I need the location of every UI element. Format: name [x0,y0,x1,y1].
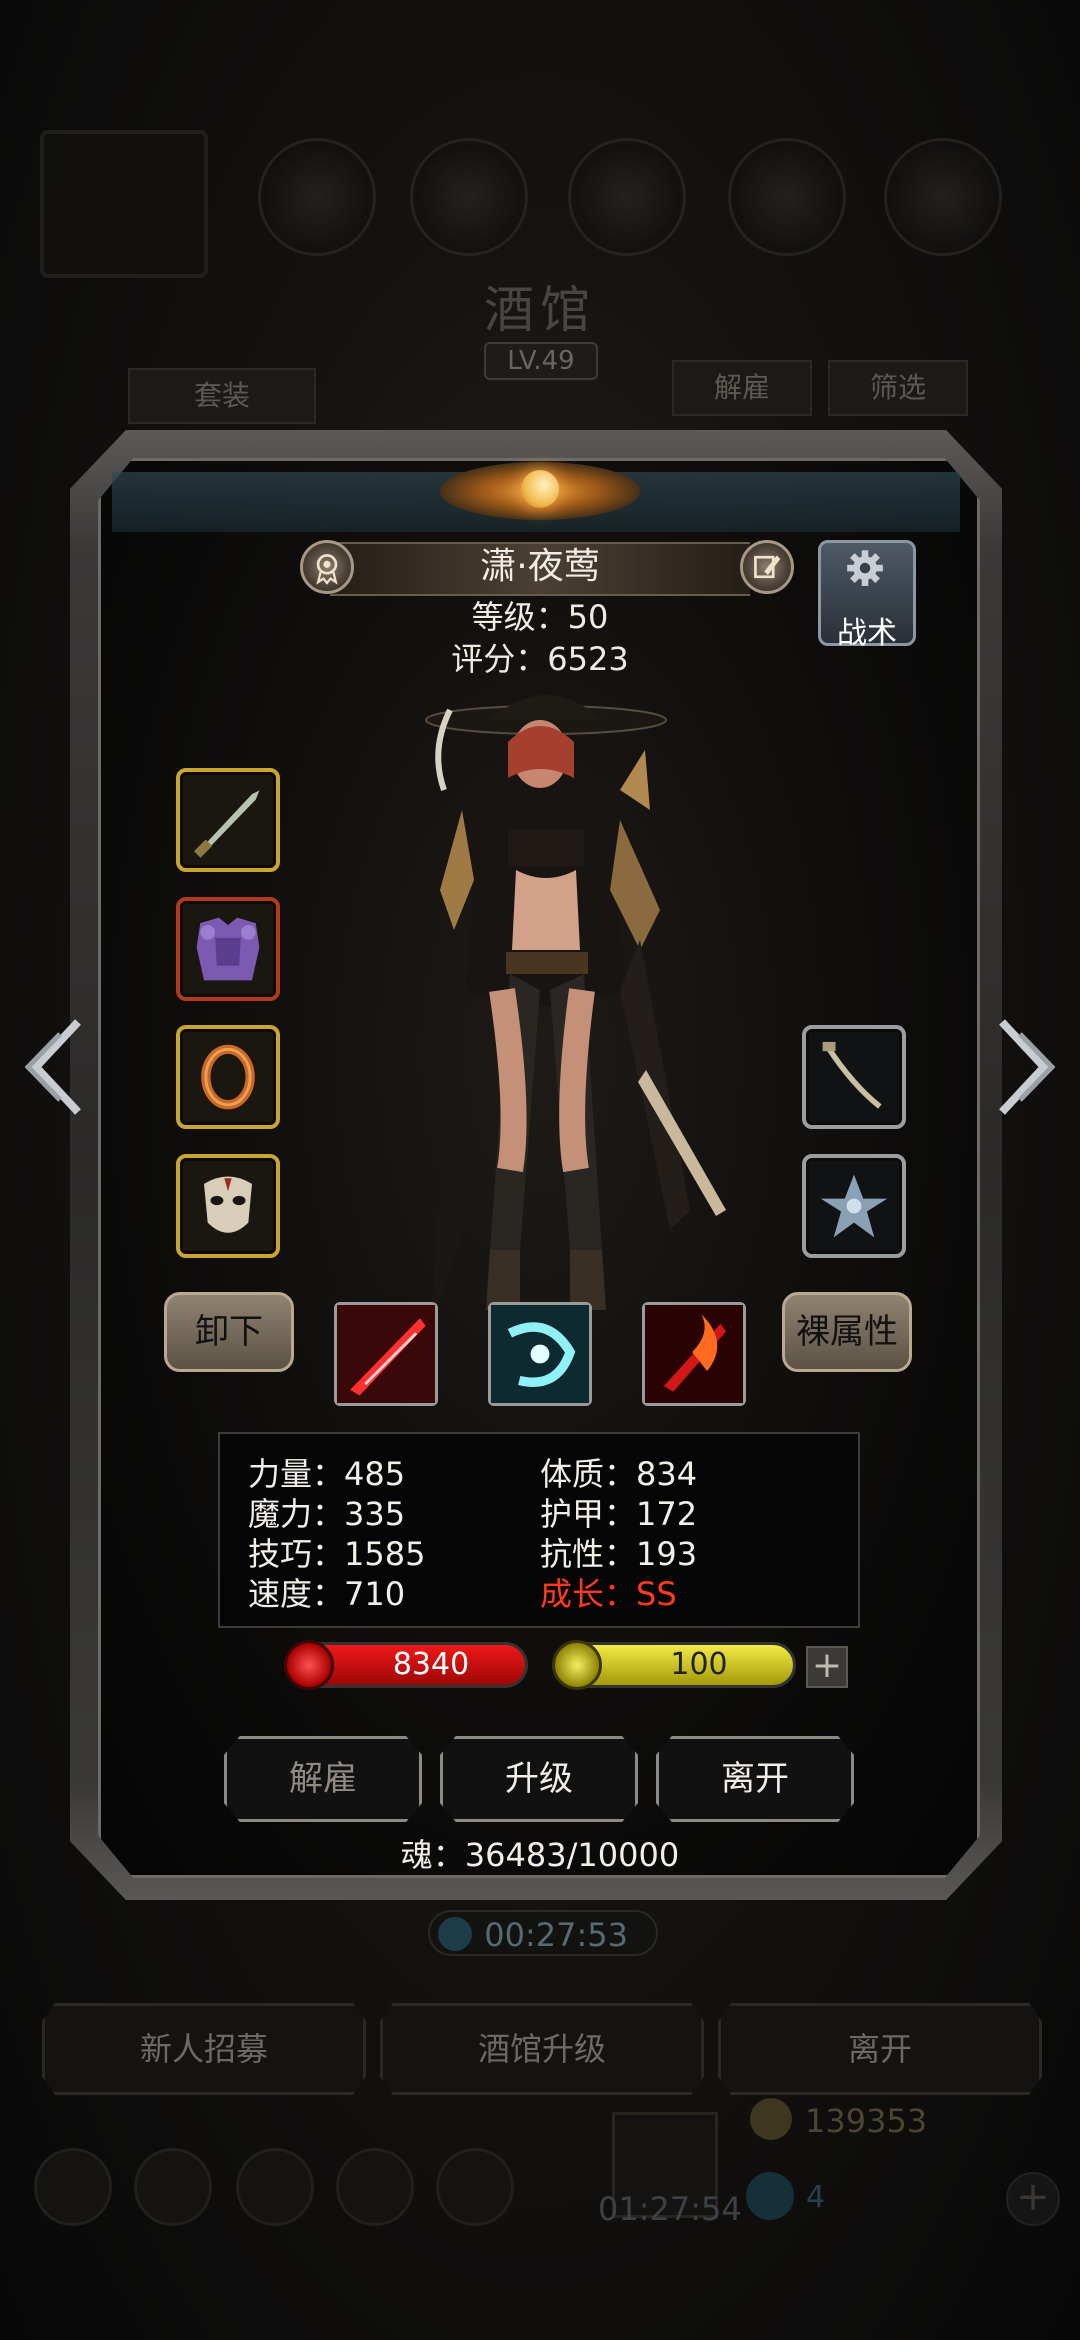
clock-icon [438,1917,472,1951]
bg-set-button: 套装 [128,368,316,424]
add-energy-button[interactable]: + [806,1646,848,1688]
stat-growth: 成长：SS [540,1575,677,1613]
stat-strength: 力量：485 [248,1455,406,1493]
gear-icon [847,550,883,586]
skill-slot-3[interactable] [642,1302,746,1406]
equip-slot-mask[interactable] [176,1154,280,1258]
gold-coin-icon [750,2098,792,2140]
bg-timer: 00:27:53 [428,1910,658,1956]
edit-icon [754,555,781,579]
chevron-right-icon [999,1019,1056,1115]
tactics-label: 战术 [837,616,897,651]
bg-tab-icon-4 [728,138,846,256]
skill-slot-2[interactable] [488,1302,592,1406]
equip-slot-ring[interactable] [176,1025,280,1129]
bg-menu-icon-3 [236,2148,314,2226]
fire-blade-skill-icon [645,1305,743,1403]
bg-title: 酒馆 [484,281,596,339]
hero-level: 等级：50 [471,598,609,636]
bg-plus-icon: + [1006,2172,1060,2226]
dagger-icon [193,790,260,858]
bg-tab-icon-3 [568,138,686,256]
base-attr-button[interactable]: 裸属性 [782,1292,912,1372]
stat-armor: 护甲：172 [540,1495,698,1533]
moon-icon [521,470,559,508]
energy-value: 100 [670,1647,728,1682]
medal-icon [316,554,338,585]
hero-name: 潇·夜莺 [480,546,600,587]
emblem-icon [820,1174,888,1238]
skill-slot-1[interactable] [334,1302,438,1406]
bow-icon [822,1041,882,1109]
stat-magic: 魔力：335 [248,1495,406,1533]
bg-gem-count: 4 [806,2180,826,2215]
hp-value: 8340 [392,1647,470,1682]
ring-icon [201,1044,255,1110]
fire-hero-button[interactable]: 解雇 [224,1736,422,1822]
bg-leave-button: 离开 [718,2003,1042,2095]
bg-menu-icon-2 [134,2148,212,2226]
mask-icon [204,1176,252,1233]
bg-menu-icon-1 [34,2148,112,2226]
bg-menu-icon-4 [336,2148,414,2226]
armor-icon [196,917,260,981]
heart-icon [284,1640,334,1690]
red-slash-skill-icon [337,1305,435,1403]
hero-score: 评分：6523 [451,640,629,678]
bg-fire-button: 解雇 [672,360,812,416]
bg-filter-button: 筛选 [828,360,968,416]
bg-tavern-upgrade-button: 酒馆升级 [380,2003,704,2095]
bg-recruit-button: 新人招募 [42,2003,366,2095]
bg-tab-icon-1 [258,138,376,256]
stat-skill: 技巧：1585 [248,1535,426,1573]
equip-slot-emblem[interactable] [802,1154,906,1258]
equip-slot-armor[interactable] [176,897,280,1001]
stat-resistance: 抗性：193 [540,1535,698,1573]
bg-tab-icon-2 [410,138,528,256]
leave-button[interactable]: 离开 [656,1736,854,1822]
badge-button[interactable] [300,540,354,594]
equip-slot-weapon[interactable] [176,768,280,872]
next-hero-button[interactable] [994,1012,1064,1122]
bg-portrait-slot [40,130,208,278]
bg-level: LV.49 [484,342,598,380]
bg-timer-2: 01:27:54 [598,2190,742,2228]
upgrade-hero-button[interactable]: 升级 [440,1736,638,1822]
soul-count: 魂：36483/10000 [400,1836,680,1874]
bg-menu-icon-5 [436,2148,514,2226]
stat-constitution: 体质：834 [540,1455,698,1493]
equip-slot-bow[interactable] [802,1025,906,1129]
bg-gold-count: 139353 [805,2102,928,2140]
cyan-swirl-skill-icon [491,1305,589,1403]
unequip-button[interactable]: 卸下 [164,1292,294,1372]
bg-tab-icon-5 [884,138,1002,256]
rename-button[interactable] [740,540,794,594]
prev-hero-button[interactable] [16,1012,86,1122]
stat-speed: 速度：710 [248,1575,406,1613]
lightning-icon [552,1640,602,1690]
gem-icon [746,2172,794,2220]
chevron-left-icon [24,1019,81,1115]
